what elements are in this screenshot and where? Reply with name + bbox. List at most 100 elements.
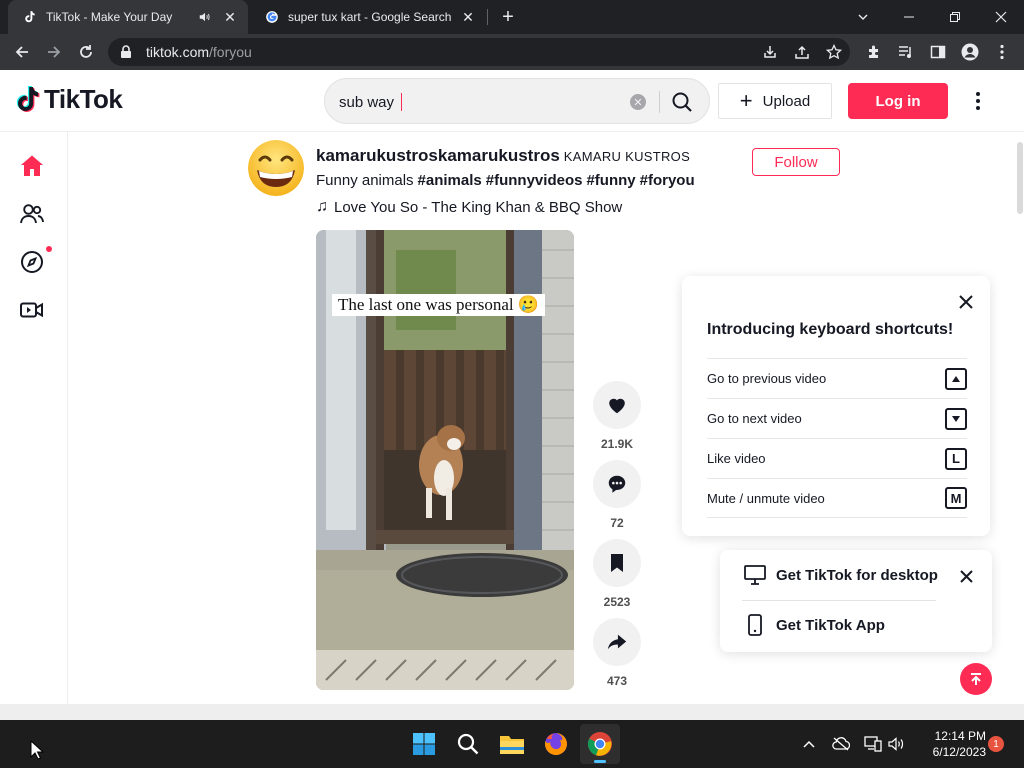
tab-tiktok[interactable]: TikTok - Make Your Day ✕ bbox=[8, 0, 248, 34]
more-options-icon[interactable] bbox=[966, 88, 990, 114]
install-app-icon[interactable] bbox=[758, 40, 782, 64]
new-tab-icon[interactable]: + bbox=[490, 0, 526, 34]
live-video-icon[interactable] bbox=[18, 296, 46, 324]
taskbar-clock[interactable]: 12:14 PM 6/12/2023 bbox=[910, 728, 986, 760]
shortcut-label: Go to previous video bbox=[707, 371, 827, 386]
music-note-icon: ♫ bbox=[316, 198, 328, 215]
tiktok-wordmark: TikTok bbox=[44, 84, 123, 114]
back-icon[interactable] bbox=[8, 38, 36, 66]
mouse-cursor-icon bbox=[30, 739, 45, 765]
share-arrow-icon[interactable] bbox=[593, 618, 641, 666]
shortcut-row: Go to previous video bbox=[707, 358, 967, 398]
tab-google-search[interactable]: super tux kart - Google Search ✕ bbox=[250, 0, 486, 34]
bookmark-star-icon[interactable] bbox=[822, 40, 846, 64]
hashtag-link[interactable]: #foryou bbox=[640, 172, 695, 189]
forward-icon[interactable] bbox=[40, 38, 68, 66]
url-host: tiktok.com bbox=[146, 44, 210, 60]
shortcut-label: Mute / unmute video bbox=[707, 490, 825, 506]
tiktok-logo[interactable]: TikTok bbox=[16, 84, 123, 115]
shortcut-row: Go to next video bbox=[707, 398, 967, 438]
search-icon[interactable] bbox=[671, 91, 693, 113]
tab-title: super tux kart - Google Search bbox=[288, 10, 452, 24]
network-icon[interactable] bbox=[863, 734, 883, 754]
firefox-icon[interactable] bbox=[536, 724, 576, 764]
save-action: 2523 bbox=[593, 539, 641, 609]
explore-compass-icon[interactable] bbox=[18, 246, 52, 276]
notification-dot bbox=[46, 246, 52, 252]
following-icon[interactable] bbox=[18, 200, 46, 228]
music-link[interactable]: ♫ Love You So - The King Khan & BBQ Show bbox=[316, 198, 622, 216]
video-player[interactable]: The last one was personal 🥲 bbox=[316, 230, 574, 690]
clear-search-icon[interactable]: ✕ bbox=[630, 94, 646, 110]
extensions-icon[interactable] bbox=[862, 40, 886, 64]
speaker-icon[interactable] bbox=[198, 10, 216, 24]
arrow-down-key-icon bbox=[945, 407, 967, 430]
volume-icon[interactable] bbox=[886, 734, 906, 754]
save-count: 2523 bbox=[603, 595, 631, 609]
comment-icon[interactable] bbox=[593, 460, 641, 508]
comment-action: 72 bbox=[593, 460, 641, 530]
tray-overflow-chevron-icon[interactable] bbox=[799, 734, 819, 754]
search-divider bbox=[659, 91, 660, 113]
minimize-icon[interactable] bbox=[886, 0, 932, 34]
heart-icon[interactable] bbox=[593, 381, 641, 429]
like-count: 21.9K bbox=[600, 437, 634, 451]
media-control-icon[interactable] bbox=[894, 40, 918, 64]
restore-icon[interactable] bbox=[932, 0, 978, 34]
taskbar-search-icon[interactable] bbox=[448, 724, 488, 764]
profile-icon[interactable] bbox=[958, 40, 982, 64]
bookmark-icon[interactable] bbox=[593, 539, 641, 587]
arrow-up-key-icon bbox=[945, 367, 967, 390]
author-nickname[interactable]: KAMARU KUSTROS bbox=[564, 149, 690, 164]
address-bar[interactable]: tiktok.com/foryou bbox=[108, 38, 850, 66]
video-overlay-text: The last one was personal 🥲 bbox=[332, 294, 546, 316]
get-desktop-label: Get TikTok for desktop bbox=[776, 566, 938, 584]
close-icon[interactable] bbox=[956, 566, 976, 586]
tab-close-icon[interactable]: ✕ bbox=[222, 9, 238, 25]
chrome-menu-icon[interactable] bbox=[990, 40, 1014, 64]
author-avatar[interactable] bbox=[248, 140, 304, 196]
reload-icon[interactable] bbox=[72, 38, 100, 66]
back-to-top-icon[interactable] bbox=[960, 663, 992, 695]
active-app-indicator bbox=[594, 760, 606, 763]
search-bar[interactable]: ✕ bbox=[324, 78, 710, 124]
search-input[interactable] bbox=[339, 91, 609, 113]
follow-button[interactable]: Follow bbox=[752, 148, 840, 176]
like-action: 21.9K bbox=[593, 381, 641, 451]
scrollbar-thumb[interactable] bbox=[1017, 142, 1023, 214]
clock-time: 12:14 PM bbox=[934, 729, 986, 743]
tab-search-icon[interactable] bbox=[840, 0, 886, 34]
get-app-link[interactable]: Get TikTok App bbox=[742, 612, 885, 638]
cloud-offline-icon[interactable] bbox=[831, 734, 851, 754]
tab-divider bbox=[487, 9, 488, 25]
close-window-icon[interactable] bbox=[978, 0, 1024, 34]
browser-tab-strip: TikTok - Make Your Day ✕ super tux kart … bbox=[0, 0, 1024, 34]
login-button[interactable]: Log in bbox=[848, 83, 948, 119]
side-panel-icon[interactable] bbox=[926, 40, 950, 64]
page-scrollbar[interactable] bbox=[1014, 132, 1024, 704]
tab-close-icon[interactable]: ✕ bbox=[460, 9, 476, 25]
get-desktop-link[interactable]: Get TikTok for desktop bbox=[742, 562, 938, 588]
upload-label: Upload bbox=[762, 92, 811, 110]
hashtag-link[interactable]: #funny bbox=[586, 172, 635, 189]
windows-start-icon[interactable] bbox=[404, 724, 444, 764]
upload-button[interactable]: + Upload bbox=[718, 83, 832, 119]
hashtag-link[interactable]: #animals bbox=[418, 172, 482, 189]
author-line: kamarukustroskamarukustros KAMARU KUSTROS bbox=[316, 146, 690, 166]
caption-text: Funny animals bbox=[316, 172, 414, 189]
shortcuts-title: Introducing keyboard shortcuts! bbox=[707, 321, 954, 338]
home-icon[interactable] bbox=[18, 152, 46, 180]
file-explorer-icon[interactable] bbox=[492, 724, 532, 764]
lock-icon[interactable] bbox=[120, 45, 136, 59]
browser-toolbar: tiktok.com/foryou bbox=[0, 34, 1024, 93]
author-username[interactable]: kamarukustroskamarukustros bbox=[316, 146, 560, 165]
close-icon[interactable] bbox=[956, 292, 976, 312]
google-favicon-icon bbox=[264, 9, 280, 25]
hashtag-link[interactable]: #funnyvideos bbox=[486, 172, 583, 189]
chrome-taskbar-icon[interactable] bbox=[580, 724, 620, 764]
horizontal-scrollbar[interactable] bbox=[0, 704, 1024, 720]
shortcut-row: Like video L bbox=[707, 438, 967, 478]
tiktok-favicon-icon bbox=[22, 9, 38, 25]
share-icon[interactable] bbox=[790, 40, 814, 64]
notification-badge[interactable]: 1 bbox=[988, 736, 1004, 752]
